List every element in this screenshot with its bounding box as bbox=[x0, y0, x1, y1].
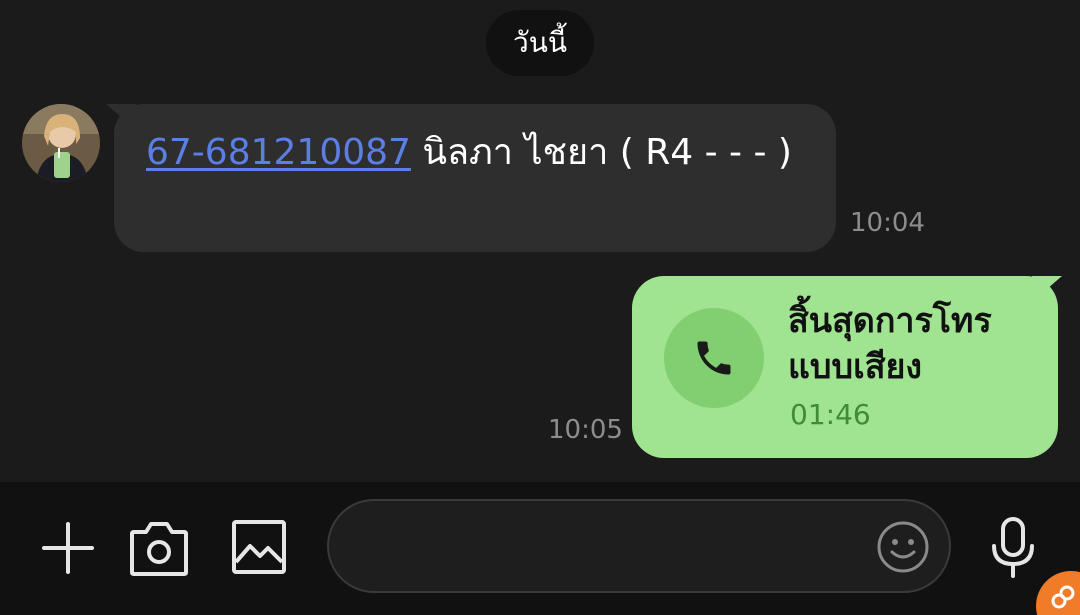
incoming-message-bubble[interactable] bbox=[114, 104, 836, 252]
date-separator: วันนี้ bbox=[486, 10, 594, 76]
call-duration: 01:46 bbox=[790, 398, 871, 431]
call-icon-badge bbox=[664, 308, 764, 408]
camera-icon bbox=[130, 522, 188, 576]
camera-button[interactable] bbox=[128, 518, 190, 578]
voice-message-button[interactable] bbox=[988, 516, 1038, 578]
message-input[interactable] bbox=[327, 499, 951, 593]
incoming-message-body: นิลภา ไชยา ( R4 - - - ) bbox=[410, 132, 792, 173]
emoji-button[interactable] bbox=[876, 520, 930, 574]
call-ended-title: สิ้นสุดการโทรแบบเสียง bbox=[788, 301, 992, 387]
plus-icon bbox=[42, 522, 94, 574]
add-attachment-button[interactable] bbox=[40, 520, 96, 576]
gallery-button[interactable] bbox=[230, 518, 288, 576]
outgoing-timestamp: 10:05 bbox=[548, 415, 623, 445]
phone-icon bbox=[697, 341, 731, 375]
microphone-icon bbox=[992, 517, 1034, 578]
phone-number-link[interactable]: 67-681210087 bbox=[146, 132, 411, 173]
avatar[interactable] bbox=[22, 104, 100, 182]
incoming-message-text: 67-681210087 นิลภา ไชยา ( R4 - - - ) bbox=[146, 128, 806, 178]
image-icon bbox=[232, 520, 286, 574]
incoming-timestamp: 10:04 bbox=[850, 208, 925, 238]
chat-screen: วันนี้ 67-681210087 นิลภา ไชยา ( R4 - - … bbox=[0, 0, 1080, 615]
smiley-icon bbox=[877, 521, 929, 573]
link-icon bbox=[1051, 585, 1075, 609]
